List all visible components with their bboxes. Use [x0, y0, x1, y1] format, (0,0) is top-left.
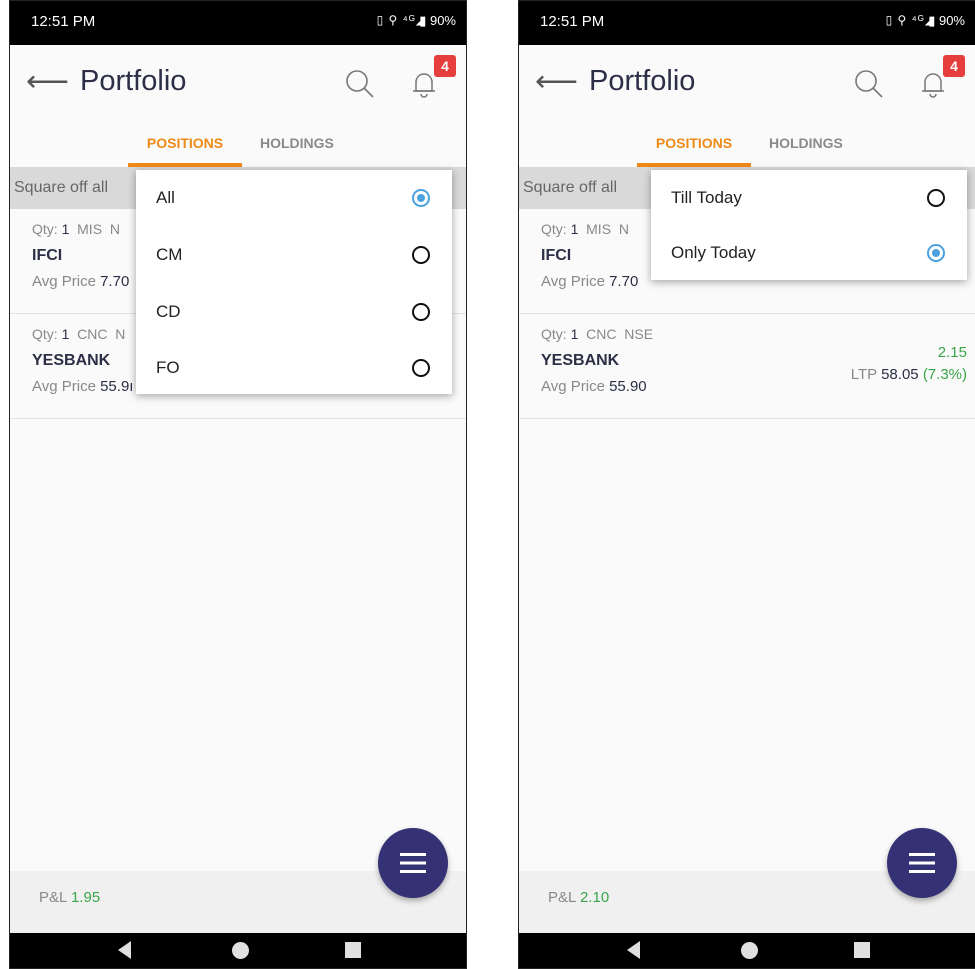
nav-back-icon[interactable]	[118, 941, 131, 959]
total-pnl: P&L 2.10	[548, 889, 610, 906]
search-icon[interactable]	[345, 69, 375, 99]
square-off-all-label[interactable]: Square off all	[523, 179, 617, 197]
search-icon[interactable]	[854, 69, 884, 99]
position-row[interactable]: Qty: 1 CNC NSE YESBANK Avg Price 55.90 2…	[519, 314, 975, 419]
nav-recents-icon[interactable]	[854, 942, 870, 958]
battery-indicator: ▮ 90%	[928, 13, 965, 28]
square-off-all-label[interactable]: Square off all	[14, 179, 108, 197]
segment-filter-menu: All CM CD FO	[136, 170, 452, 394]
day-option-till-today[interactable]: Till Today	[651, 170, 967, 225]
radio-unselected-icon[interactable]	[412, 359, 430, 377]
position-symbol: YESBANK	[32, 352, 111, 369]
option-label: All	[156, 188, 175, 207]
radio-selected-icon[interactable]	[412, 189, 430, 207]
tab-bar: POSITIONS HOLDINGS	[519, 121, 975, 167]
battery-indicator: ▮ 90%	[419, 13, 456, 28]
segment-option-cd[interactable]: CD	[136, 282, 452, 338]
position-avg-price: Avg Price 7.70	[541, 273, 639, 290]
phone-screen-right: 12:51 PM ▯ ⚲ ⁴ᴳ◢ ▮ 90% ⟵ Portfolio 4 POS…	[518, 0, 975, 969]
tab-holdings[interactable]: HOLDINGS	[260, 135, 334, 151]
menu-icon	[909, 853, 935, 873]
notification-badge: 4	[943, 55, 965, 77]
status-time: 12:51 PM	[31, 13, 96, 30]
nav-home-icon[interactable]	[232, 942, 249, 959]
position-avg-price: Avg Price 55.9ı	[32, 378, 134, 395]
radio-selected-icon[interactable]	[927, 244, 945, 262]
option-label: Till Today	[671, 188, 742, 207]
segment-option-cm[interactable]: CM	[136, 226, 452, 282]
system-nav-bar	[519, 933, 975, 968]
position-avg-price: Avg Price 7.70	[32, 273, 130, 290]
radio-unselected-icon[interactable]	[412, 246, 430, 264]
page-title: Portfolio	[589, 65, 696, 97]
position-ltp: LTP 58.05 (7.3%)	[850, 366, 967, 383]
position-symbol: YESBANK	[541, 352, 620, 369]
option-label: FO	[156, 358, 180, 377]
status-bar: 12:51 PM ▯ ⚲ ⁴ᴳ◢ ▮ 90%	[10, 1, 466, 45]
nav-recents-icon[interactable]	[345, 942, 361, 958]
tab-holdings[interactable]: HOLDINGS	[769, 135, 843, 151]
option-label: Only Today	[671, 243, 756, 262]
position-meta: Qty: 1 MIS N	[541, 221, 629, 237]
phone-screen-left: 12:51 PM ▯ ⚲ ⁴ᴳ◢ ▮ 90% ⟵ Portfolio 4 POS…	[9, 0, 467, 969]
position-avg-price: Avg Price 55.90	[541, 378, 647, 395]
position-symbol: IFCI	[32, 247, 63, 264]
total-pnl: P&L 1.95	[39, 889, 101, 906]
system-nav-bar	[10, 933, 466, 968]
day-filter-menu: Till Today Only Today	[651, 170, 967, 280]
app-bar: ⟵ Portfolio 4	[519, 45, 975, 121]
back-arrow-icon[interactable]: ⟵	[26, 67, 69, 97]
position-pnl: 2.15	[937, 344, 967, 361]
status-bar: 12:51 PM ▯ ⚲ ⁴ᴳ◢ ▮ 90%	[519, 1, 975, 45]
status-time: 12:51 PM	[540, 13, 605, 30]
notification-badge: 4	[434, 55, 456, 77]
day-option-only-today[interactable]: Only Today	[651, 225, 967, 280]
page-title: Portfolio	[80, 65, 187, 97]
segment-option-all[interactable]: All	[136, 170, 452, 226]
tab-bar: POSITIONS HOLDINGS	[10, 121, 466, 167]
nav-back-icon[interactable]	[627, 941, 640, 959]
position-meta: Qty: 1 CNC NSE	[541, 326, 654, 342]
option-label: CD	[156, 302, 181, 321]
option-label: CM	[156, 245, 183, 264]
fab-menu-button[interactable]	[887, 828, 957, 898]
segment-option-fo[interactable]: FO	[136, 338, 452, 394]
nav-home-icon[interactable]	[741, 942, 758, 959]
menu-icon	[400, 853, 426, 873]
position-meta: Qty: 1 CNC N	[32, 326, 126, 342]
app-bar: ⟵ Portfolio 4	[10, 45, 466, 121]
fab-menu-button[interactable]	[378, 828, 448, 898]
back-arrow-icon[interactable]: ⟵	[535, 67, 578, 97]
radio-unselected-icon[interactable]	[412, 303, 430, 321]
position-meta: Qty: 1 MIS N	[32, 221, 120, 237]
radio-unselected-icon[interactable]	[927, 189, 945, 207]
position-symbol: IFCI	[541, 247, 572, 264]
tab-positions[interactable]: POSITIONS	[128, 135, 242, 151]
tab-positions[interactable]: POSITIONS	[637, 135, 751, 151]
